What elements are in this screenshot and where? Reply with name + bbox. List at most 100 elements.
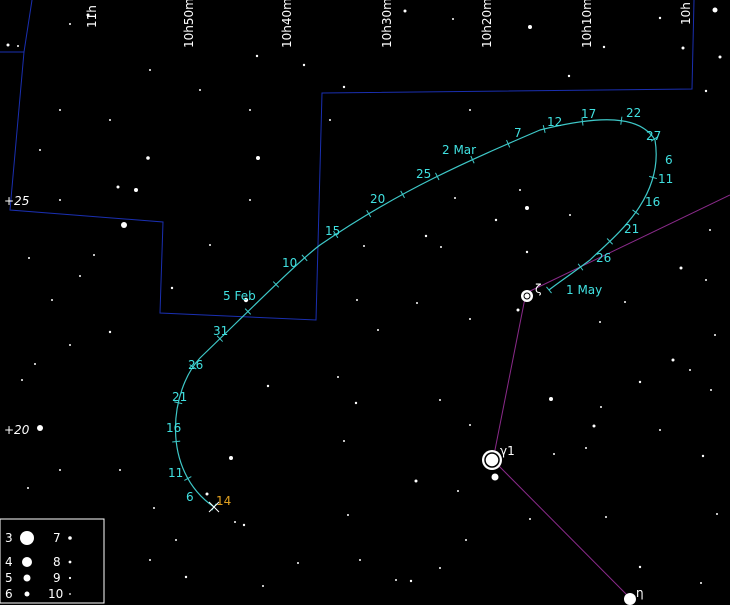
star — [93, 254, 95, 256]
star — [109, 119, 111, 121]
star — [121, 222, 127, 228]
date-label: 11 — [658, 172, 673, 186]
star — [59, 469, 61, 471]
star — [249, 109, 251, 111]
star — [205, 492, 209, 496]
date-label: 16 — [645, 195, 660, 209]
date-label-start: 14 — [216, 494, 231, 508]
star — [149, 559, 151, 561]
star — [234, 521, 236, 523]
ra-label: 10h10m — [580, 0, 594, 48]
star — [79, 275, 81, 277]
ra-label: 10h30m — [380, 0, 394, 48]
star — [525, 250, 529, 254]
date-label: 20 — [370, 192, 385, 206]
star — [519, 189, 521, 191]
star-gamma-leonis — [482, 450, 502, 481]
date-label: 6 — [186, 490, 194, 504]
star — [414, 479, 418, 483]
star — [229, 456, 233, 460]
star — [638, 565, 642, 569]
constellation-boundary — [0, 0, 33, 53]
star — [354, 401, 358, 405]
star — [714, 334, 716, 336]
star — [153, 507, 155, 509]
star — [347, 514, 349, 516]
star — [516, 308, 520, 312]
star — [262, 585, 264, 587]
star — [199, 89, 201, 91]
star — [600, 406, 602, 408]
ra-label: 10h50m — [182, 0, 196, 48]
star — [69, 23, 71, 25]
magnitude-legend: 3 4 5 6 7 8 9 10 — [0, 518, 105, 604]
star — [679, 266, 683, 270]
star — [689, 369, 691, 371]
star — [242, 523, 246, 527]
star — [457, 490, 459, 492]
star — [671, 358, 675, 362]
star — [710, 389, 712, 391]
legend-mag: 4 — [5, 555, 13, 569]
star — [605, 516, 607, 518]
date-label: 22 — [626, 106, 641, 120]
path-tick — [400, 190, 405, 199]
star — [624, 301, 626, 303]
star — [469, 318, 471, 320]
legend-mag: 6 — [5, 587, 13, 601]
star — [356, 299, 358, 301]
star — [553, 453, 555, 455]
star — [21, 379, 23, 381]
star — [34, 363, 36, 365]
ra-label: 10h — [679, 2, 693, 25]
date-label: 17 — [581, 107, 596, 121]
star — [343, 440, 345, 442]
star — [638, 380, 642, 384]
date-label: 26 — [188, 358, 203, 372]
date-label: 21 — [624, 222, 639, 236]
star — [149, 69, 151, 71]
star — [592, 424, 596, 428]
star — [108, 330, 112, 334]
star — [116, 185, 120, 189]
star — [266, 384, 270, 388]
star — [440, 246, 442, 248]
star — [17, 45, 19, 47]
star — [716, 513, 718, 515]
star-eta-leonis — [624, 593, 636, 605]
path-tick — [632, 209, 640, 215]
date-label: 27 — [646, 129, 661, 143]
star — [28, 257, 30, 259]
star — [424, 234, 428, 238]
legend-mag: 5 — [5, 571, 13, 585]
dec-label: +25 — [4, 194, 29, 208]
date-label: 11 — [168, 466, 183, 480]
star — [569, 214, 571, 216]
star — [170, 286, 174, 290]
star — [175, 539, 177, 541]
ra-label: 11h — [85, 5, 99, 28]
dec-label: +20 — [4, 423, 30, 437]
star — [249, 199, 251, 201]
star — [659, 429, 661, 431]
star — [704, 89, 708, 93]
date-label: 5 Feb — [223, 289, 256, 303]
date-label: 25 — [416, 167, 431, 181]
star — [705, 279, 707, 281]
star — [469, 109, 471, 111]
date-label: 2 Mar — [442, 143, 476, 157]
star — [701, 454, 705, 458]
star-chart: 11h 10h50m 10h40m 10h30m 10h20m 10h10m 1… — [0, 0, 730, 605]
star — [452, 18, 454, 20]
star — [395, 579, 397, 581]
date-label: 15 — [325, 224, 340, 238]
star — [146, 156, 150, 160]
star-label-eta: η — [636, 586, 644, 600]
legend-mag: 7 — [53, 531, 61, 545]
star — [439, 399, 441, 401]
path-tick — [546, 286, 552, 294]
star — [416, 302, 418, 304]
star — [6, 43, 10, 47]
star — [363, 245, 365, 247]
star — [256, 156, 260, 160]
